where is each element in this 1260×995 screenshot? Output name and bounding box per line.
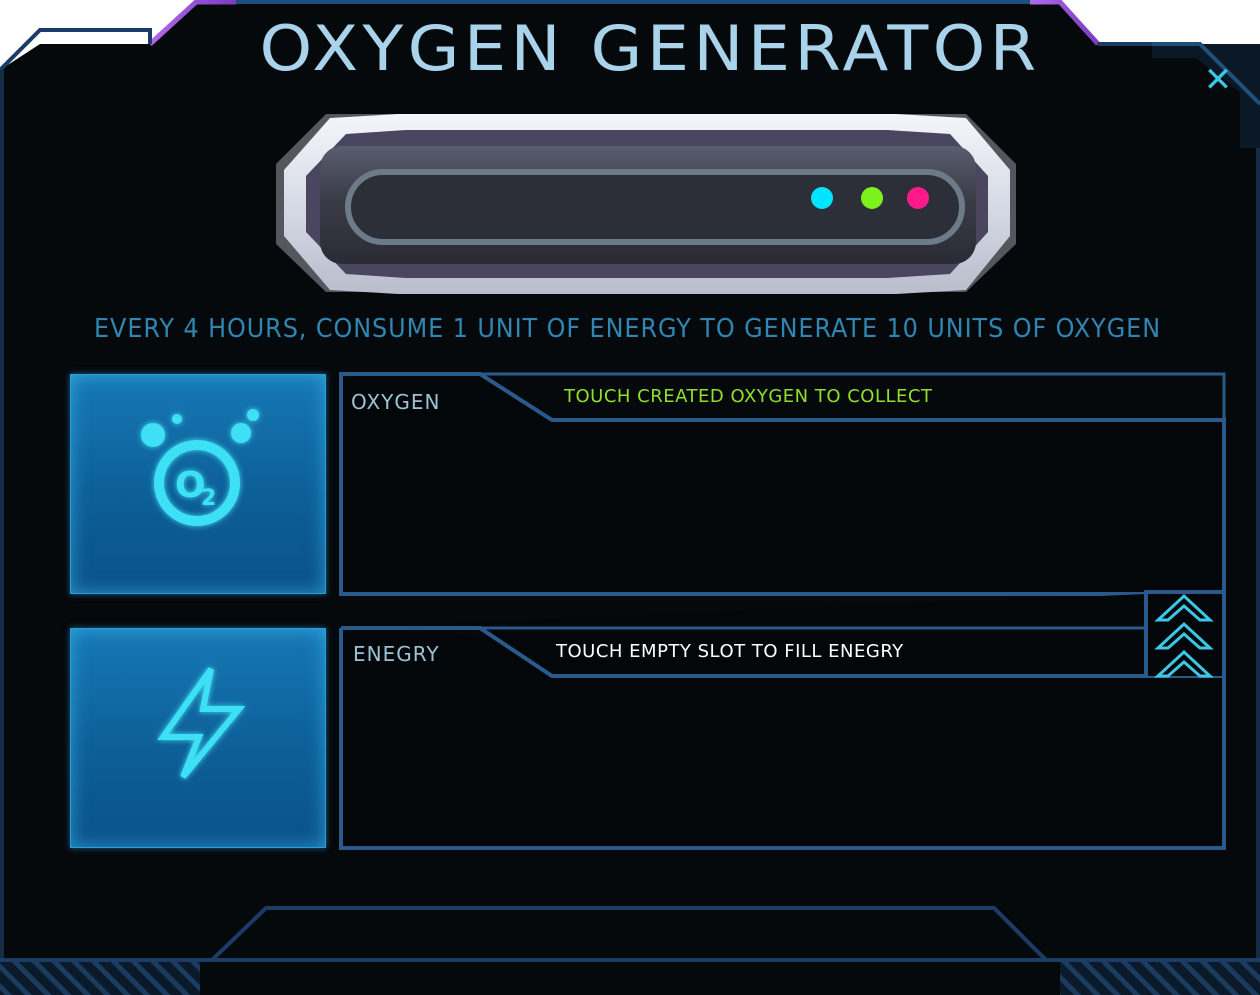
- oxygen-panel-hint: TOUCH CREATED OXYGEN TO COLLECT: [564, 386, 933, 407]
- o2-bubbles-icon: O 2: [141, 409, 259, 526]
- svg-text:2: 2: [201, 486, 216, 511]
- window-title: OXYGEN GENERATOR: [259, 12, 1041, 85]
- oxygen-generator-window: OXYGEN GENERATOR ✕ EVERY 4 HOURS, CONSUM…: [0, 0, 1260, 995]
- generator-description: EVERY 4 HOURS, CONSUME 1 UNIT OF ENERGY …: [94, 314, 1162, 344]
- oxygen-panel-label: OXYGEN: [351, 390, 441, 414]
- generator-device-image: [276, 114, 1016, 294]
- energy-slot-area[interactable]: [345, 680, 1221, 844]
- triple-chevron-up-icon: [1154, 593, 1214, 678]
- energy-panel-hint: TOUCH EMPTY SLOT TO FILL ENEGRY: [556, 641, 904, 662]
- lightning-bolt-icon: [157, 667, 246, 779]
- upgrade-button[interactable]: [1152, 592, 1216, 682]
- energy-panel-label: ENEGRY: [353, 642, 440, 666]
- oxygen-icon-tile: O 2: [70, 374, 326, 594]
- close-icon: ✕: [1203, 60, 1233, 100]
- close-button[interactable]: ✕: [1196, 58, 1240, 102]
- energy-icon-tile: [70, 628, 326, 848]
- oxygen-slot-area[interactable]: [345, 424, 1221, 590]
